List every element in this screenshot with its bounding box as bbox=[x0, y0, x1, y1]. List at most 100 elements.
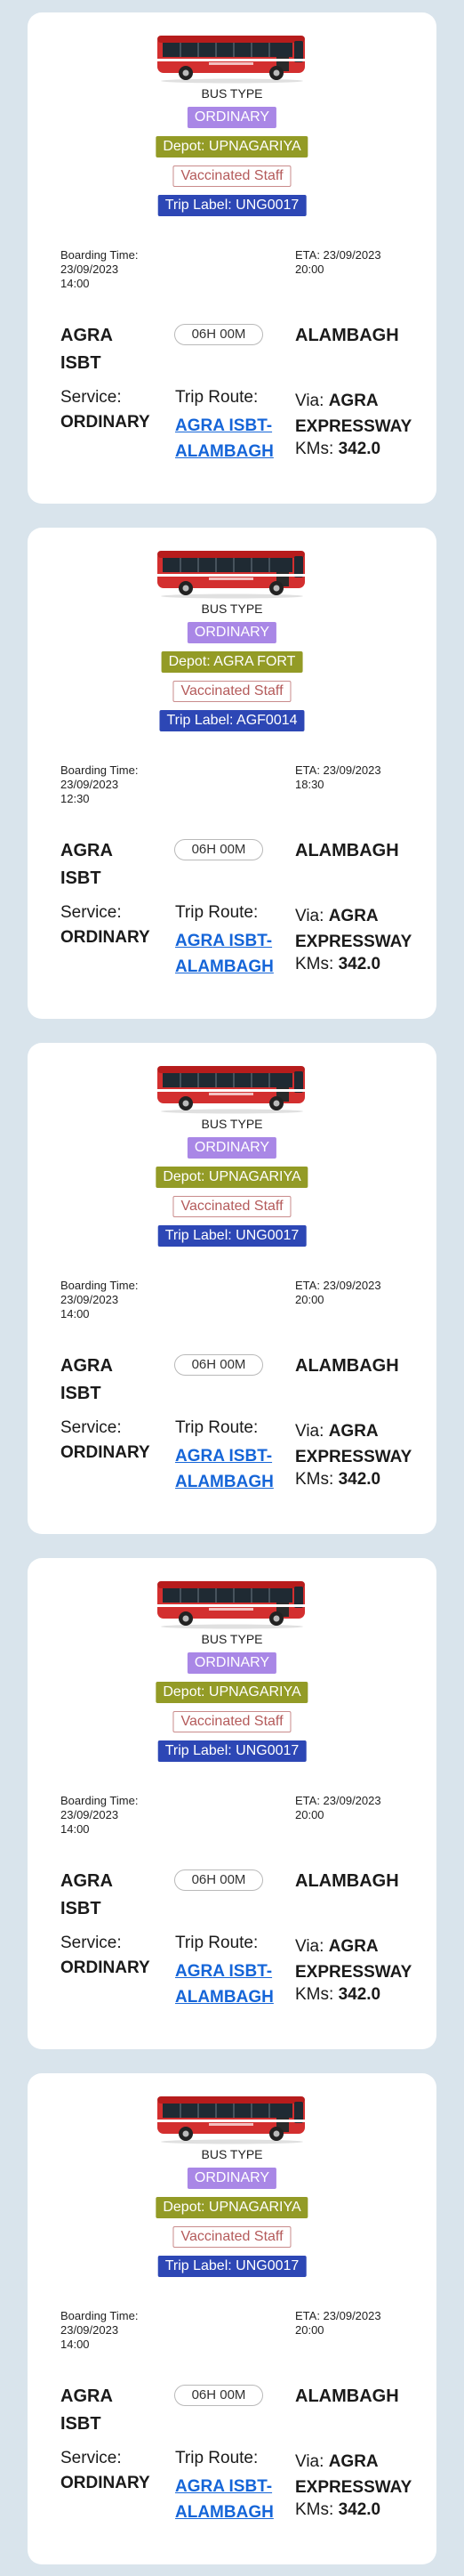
duration-pill: 06H 00M bbox=[174, 1869, 263, 1891]
depot-badge: Depot: UPNAGARIYA bbox=[156, 1167, 308, 1188]
via-label: Via: bbox=[295, 1422, 324, 1441]
boarding-time-value: 23/09/2023 14:00 bbox=[60, 1293, 119, 1320]
bus-card[interactable]: BUS TYPE ORDINARY Depot: AGRA FORT Vacci… bbox=[28, 528, 436, 1019]
kms-label: KMs: bbox=[295, 440, 334, 458]
bus-icon bbox=[156, 545, 308, 599]
vaccinated-badge: Vaccinated Staff bbox=[172, 166, 292, 187]
origin-stop: AGRA ISBT bbox=[60, 1871, 113, 1918]
via-label: Via: bbox=[295, 1937, 324, 1956]
kms-value: 342.0 bbox=[338, 955, 381, 973]
service-type-badge: ORDINARY bbox=[187, 1137, 277, 1159]
kms: KMs: 342.0 bbox=[295, 2500, 380, 2520]
bus-list: BUS TYPE ORDINARY Depot: UPNAGARIYA Vacc… bbox=[0, 0, 464, 2564]
depot-badge: Depot: AGRA FORT bbox=[161, 651, 303, 673]
kms-value: 342.0 bbox=[338, 1470, 381, 1489]
service-type-badge: ORDINARY bbox=[187, 107, 277, 128]
service-type-badge: ORDINARY bbox=[187, 2168, 277, 2189]
origin-stop: AGRA ISBT bbox=[60, 1356, 113, 1403]
service-value: ORDINARY bbox=[60, 1443, 150, 1462]
boarding-time-label: Boarding Time: bbox=[60, 763, 139, 777]
eta: ETA: 23/09/2023 20:00 bbox=[295, 2309, 381, 2337]
bus-icon bbox=[156, 30, 308, 84]
trip-label-badge: Trip Label: AGF0014 bbox=[159, 710, 305, 731]
destination-stop: ALAMBAGH bbox=[295, 1871, 399, 1891]
trip-route-label: Trip Route: bbox=[175, 1934, 259, 1952]
depot-badge: Depot: UPNAGARIYA bbox=[156, 136, 308, 157]
eta: ETA: 23/09/2023 20:00 bbox=[295, 1279, 381, 1306]
bus-type-label: BUS TYPE bbox=[201, 1117, 263, 1131]
via-label: Via: bbox=[295, 392, 324, 410]
bus-type-label: BUS TYPE bbox=[201, 602, 263, 616]
via: Via: AGRA EXPRESSWAY bbox=[295, 388, 420, 440]
via: Via: AGRA EXPRESSWAY bbox=[295, 903, 420, 955]
bus-type-label: BUS TYPE bbox=[201, 86, 263, 101]
boarding-time: Boarding Time: 23/09/2023 14:00 bbox=[60, 2309, 145, 2352]
service-value: ORDINARY bbox=[60, 2474, 150, 2492]
kms-value: 342.0 bbox=[338, 1985, 381, 2004]
boarding-time-value: 23/09/2023 14:00 bbox=[60, 1808, 119, 1836]
trip-route-link[interactable]: AGRA ISBT-ALAMBAGH bbox=[175, 413, 277, 464]
duration-pill: 06H 00M bbox=[174, 1354, 263, 1376]
origin-stop: AGRA ISBT bbox=[60, 841, 113, 888]
trip-route-link[interactable]: AGRA ISBT-ALAMBAGH bbox=[175, 928, 277, 980]
bus-icon bbox=[156, 1061, 308, 1114]
trip-label-badge: Trip Label: UNG0017 bbox=[157, 1740, 307, 1762]
kms-label: KMs: bbox=[295, 2500, 334, 2519]
via: Via: AGRA EXPRESSWAY bbox=[295, 1418, 420, 1470]
vaccinated-badge: Vaccinated Staff bbox=[172, 1196, 292, 1217]
bus-type-label: BUS TYPE bbox=[201, 1632, 263, 1646]
boarding-time-label: Boarding Time: bbox=[60, 2309, 139, 2322]
boarding-time-value: 23/09/2023 14:00 bbox=[60, 2323, 119, 2351]
origin-stop: AGRA ISBT bbox=[60, 2386, 113, 2434]
bus-icon bbox=[156, 2091, 308, 2144]
boarding-time-label: Boarding Time: bbox=[60, 1794, 139, 1807]
bus-card[interactable]: BUS TYPE ORDINARY Depot: UPNAGARIYA Vacc… bbox=[28, 12, 436, 504]
boarding-time-value: 23/09/2023 12:30 bbox=[60, 778, 119, 805]
duration-pill: 06H 00M bbox=[174, 324, 263, 345]
depot-badge: Depot: UPNAGARIYA bbox=[156, 2197, 308, 2218]
vaccinated-badge: Vaccinated Staff bbox=[172, 681, 292, 702]
duration-pill: 06H 00M bbox=[174, 2385, 263, 2406]
trip-label-badge: Trip Label: UNG0017 bbox=[157, 2256, 307, 2277]
boarding-time: Boarding Time: 23/09/2023 14:00 bbox=[60, 248, 145, 291]
service-label: Service: bbox=[60, 1934, 122, 1952]
trip-route-link[interactable]: AGRA ISBT-ALAMBAGH bbox=[175, 2474, 277, 2525]
service-label: Service: bbox=[60, 1418, 122, 1437]
service-type-badge: ORDINARY bbox=[187, 1652, 277, 1674]
destination-stop: ALAMBAGH bbox=[295, 326, 399, 345]
boarding-time: Boarding Time: 23/09/2023 14:00 bbox=[60, 1279, 145, 1321]
kms: KMs: 342.0 bbox=[295, 1470, 380, 1490]
kms: KMs: 342.0 bbox=[295, 955, 380, 974]
via: Via: AGRA EXPRESSWAY bbox=[295, 2449, 420, 2500]
boarding-time-value: 23/09/2023 14:00 bbox=[60, 262, 119, 290]
kms: KMs: 342.0 bbox=[295, 440, 380, 459]
duration-pill: 06H 00M bbox=[174, 839, 263, 860]
trip-route-label: Trip Route: bbox=[175, 388, 259, 407]
destination-stop: ALAMBAGH bbox=[295, 1356, 399, 1376]
kms-value: 342.0 bbox=[338, 2500, 381, 2519]
eta: ETA: 23/09/2023 20:00 bbox=[295, 1794, 381, 1821]
service-label: Service: bbox=[60, 2449, 122, 2467]
service-label: Service: bbox=[60, 903, 122, 922]
service-type-badge: ORDINARY bbox=[187, 622, 277, 643]
bus-card[interactable]: BUS TYPE ORDINARY Depot: UPNAGARIYA Vacc… bbox=[28, 2073, 436, 2564]
vaccinated-badge: Vaccinated Staff bbox=[172, 2226, 292, 2248]
depot-badge: Depot: UPNAGARIYA bbox=[156, 1682, 308, 1703]
destination-stop: ALAMBAGH bbox=[295, 841, 399, 860]
trip-route-label: Trip Route: bbox=[175, 903, 259, 922]
boarding-time: Boarding Time: 23/09/2023 14:00 bbox=[60, 1794, 145, 1837]
via-label: Via: bbox=[295, 907, 324, 925]
vaccinated-badge: Vaccinated Staff bbox=[172, 1711, 292, 1732]
eta: ETA: 23/09/2023 18:30 bbox=[295, 763, 381, 791]
bus-card[interactable]: BUS TYPE ORDINARY Depot: UPNAGARIYA Vacc… bbox=[28, 1043, 436, 1534]
boarding-time-label: Boarding Time: bbox=[60, 1279, 139, 1292]
origin-stop: AGRA ISBT bbox=[60, 326, 113, 373]
trip-route-link[interactable]: AGRA ISBT-ALAMBAGH bbox=[175, 1958, 277, 2010]
trip-route-label: Trip Route: bbox=[175, 2449, 259, 2467]
trip-route-link[interactable]: AGRA ISBT-ALAMBAGH bbox=[175, 1443, 277, 1495]
bus-card[interactable]: BUS TYPE ORDINARY Depot: UPNAGARIYA Vacc… bbox=[28, 1558, 436, 2049]
kms: KMs: 342.0 bbox=[295, 1985, 380, 2005]
kms-label: KMs: bbox=[295, 1470, 334, 1489]
bus-type-label: BUS TYPE bbox=[201, 2147, 263, 2161]
via: Via: AGRA EXPRESSWAY bbox=[295, 1934, 420, 1985]
